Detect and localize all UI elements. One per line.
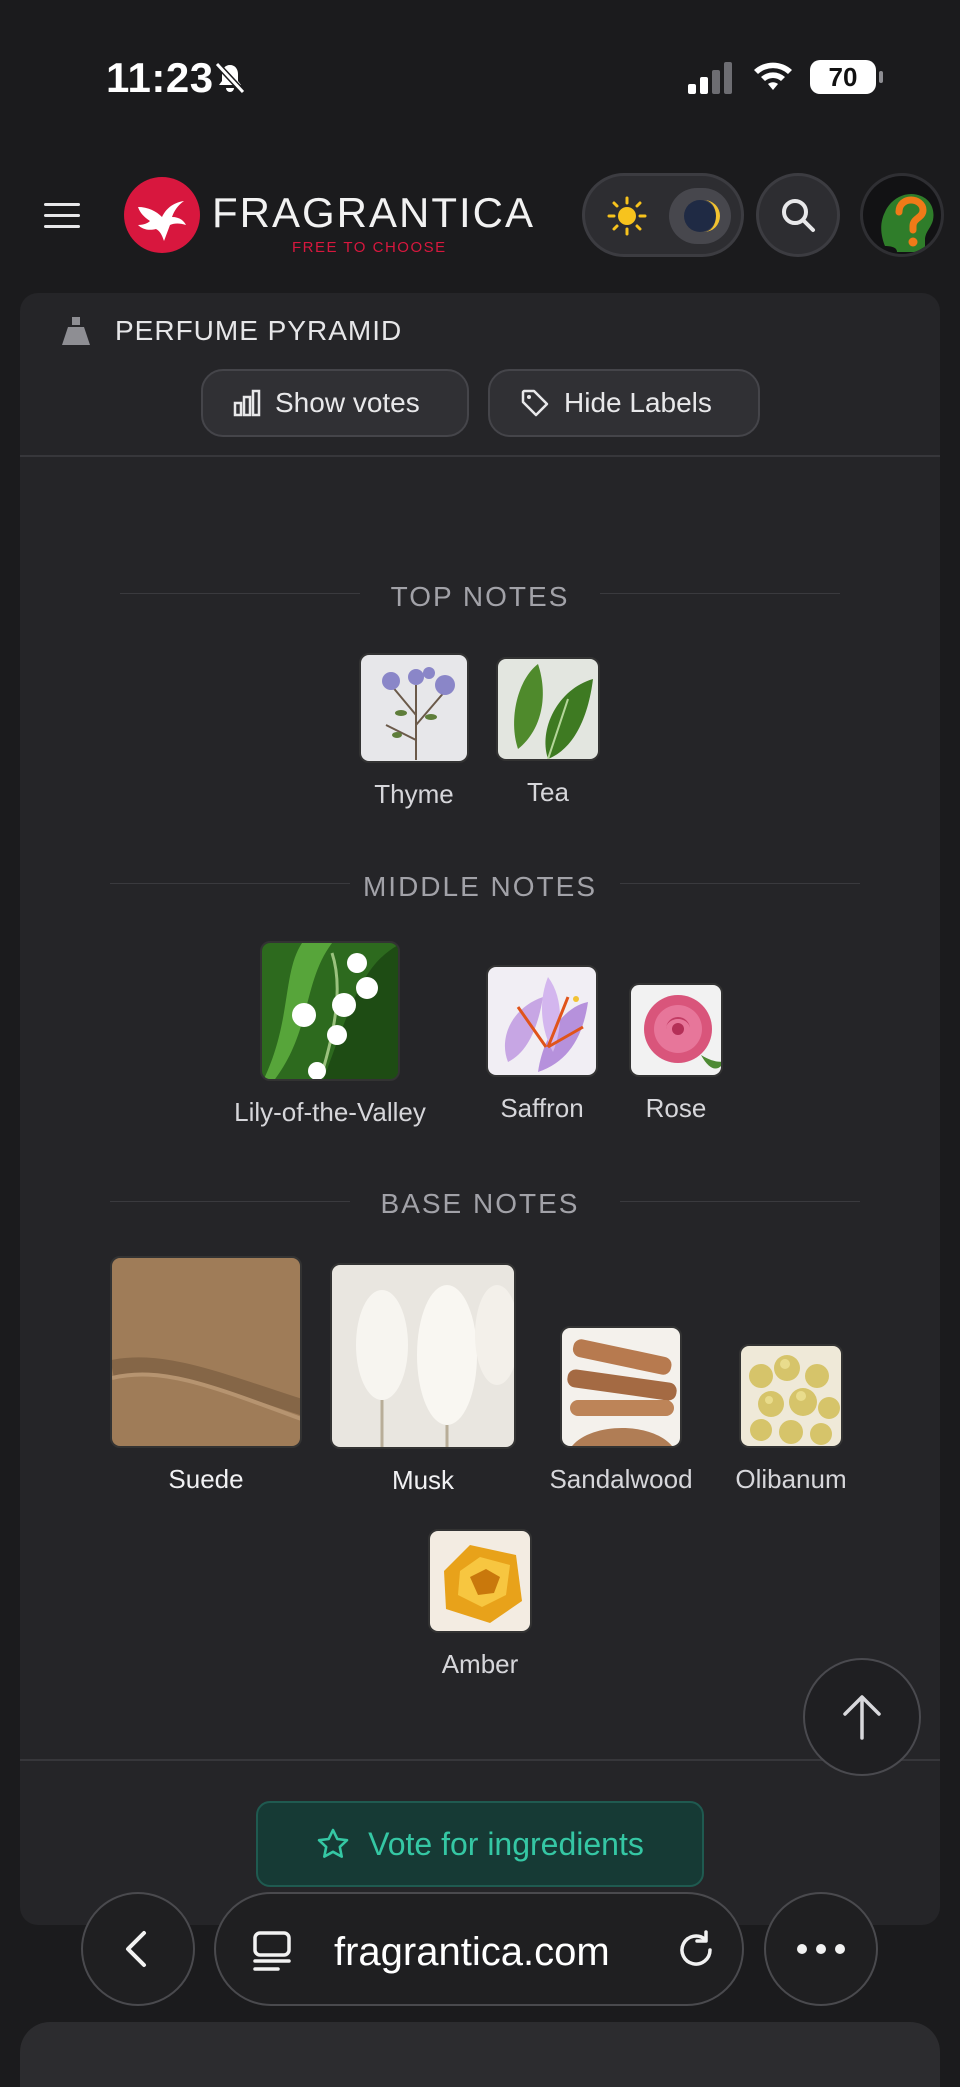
note-label: Tea xyxy=(527,777,569,807)
hide-labels-button[interactable]: Hide Labels xyxy=(488,369,760,437)
bell-muted-icon xyxy=(214,61,246,95)
page: 11:23 70 FRAGRANTICA FREE TO CHOOSE PERF… xyxy=(0,0,960,2087)
note-label: Amber xyxy=(441,1649,519,1679)
reload-icon[interactable] xyxy=(674,1928,718,1972)
note-label: Lily-of-the-Valley xyxy=(234,1097,426,1127)
chevron-left-icon xyxy=(126,1931,146,1967)
user-avatar[interactable] xyxy=(860,173,944,257)
thyme-image xyxy=(359,653,469,763)
logo-wordmark[interactable]: FRAGRANTICA xyxy=(212,189,535,237)
divider xyxy=(20,1759,940,1761)
hide-labels-label: Hide Labels xyxy=(564,387,712,418)
note-label: Saffron xyxy=(500,1093,584,1123)
note-sandalwood[interactable]: Sandalwood xyxy=(541,1326,701,1495)
search-icon xyxy=(782,199,815,232)
bottom-sheet xyxy=(20,2022,940,2087)
show-votes-button[interactable]: Show votes xyxy=(201,369,469,437)
star-icon xyxy=(317,1828,349,1858)
show-votes-label: Show votes xyxy=(275,387,420,418)
address-bar[interactable]: fragrantica.com xyxy=(214,1892,744,2006)
note-label: Sandalwood xyxy=(549,1464,693,1494)
lily-of-the-valley-image xyxy=(260,941,400,1081)
note-olibanum[interactable]: Olibanum xyxy=(728,1344,854,1495)
note-tea[interactable]: Tea xyxy=(496,657,600,808)
musk-image xyxy=(330,1263,516,1449)
tag-icon xyxy=(521,389,549,417)
ellipsis-icon xyxy=(797,1944,845,1954)
scroll-to-top-button[interactable] xyxy=(803,1658,921,1776)
top-notes-title: TOP NOTES xyxy=(390,581,570,612)
search-button[interactable] xyxy=(756,173,840,257)
note-label: Thyme xyxy=(374,779,454,809)
sandalwood-image xyxy=(560,1326,682,1448)
note-musk[interactable]: Musk xyxy=(330,1263,516,1496)
note-amber[interactable]: Amber xyxy=(428,1529,532,1680)
vote-button-label: Vote for ingredients xyxy=(368,1825,644,1862)
browser-back-button[interactable] xyxy=(81,1892,195,2006)
pyramid-header: PERFUME PYRAMID Show votes Hide Labels xyxy=(20,293,940,457)
page-menu-icon xyxy=(253,1931,291,1971)
saffron-image xyxy=(486,965,598,1077)
note-suede[interactable]: Suede xyxy=(110,1256,302,1495)
status-time: 11:23 xyxy=(106,54,214,101)
perfume-bottle-icon xyxy=(62,317,90,345)
battery-indicator: 70 xyxy=(810,60,883,94)
suede-image xyxy=(110,1256,302,1448)
vote-for-ingredients-button[interactable]: Vote for ingredients xyxy=(256,1801,704,1887)
note-label: Rose xyxy=(645,1093,707,1123)
hamburger-menu-icon[interactable] xyxy=(44,203,80,229)
pyramid-title: PERFUME PYRAMID xyxy=(115,315,403,346)
note-label: Olibanum xyxy=(735,1464,847,1494)
site-header: FRAGRANTICA FREE TO CHOOSE xyxy=(0,165,960,265)
arrow-up-icon xyxy=(843,1695,881,1740)
note-thyme[interactable]: Thyme xyxy=(359,653,469,810)
fragrantica-logo-icon[interactable] xyxy=(124,177,200,253)
olibanum-image xyxy=(739,1344,843,1448)
base-notes-title: BASE NOTES xyxy=(380,1188,580,1219)
moon-icon xyxy=(669,188,731,244)
url-text: fragrantica.com xyxy=(334,1930,610,1974)
note-label: Suede xyxy=(168,1464,244,1494)
rose-image xyxy=(629,983,723,1077)
perfume-pyramid-card: PERFUME PYRAMID Show votes Hide Labels T… xyxy=(20,293,940,1925)
note-lily-of-the-valley[interactable]: Lily-of-the-Valley xyxy=(210,941,450,1128)
logo-tagline: FREE TO CHOOSE xyxy=(292,239,447,256)
tea-image xyxy=(496,657,600,761)
sun-icon xyxy=(607,196,647,236)
wifi-icon xyxy=(754,62,792,90)
theme-toggle[interactable] xyxy=(582,173,744,257)
note-label: Musk xyxy=(391,1465,455,1495)
note-rose[interactable]: Rose xyxy=(629,983,723,1124)
amber-image xyxy=(428,1529,532,1633)
bar-chart-icon xyxy=(233,389,261,417)
note-saffron[interactable]: Saffron xyxy=(486,965,598,1124)
more-options-button[interactable] xyxy=(764,1892,878,2006)
middle-notes-title: MIDDLE NOTES xyxy=(362,871,598,902)
cellular-signal-icon xyxy=(688,62,732,94)
status-bar: 11:23 70 xyxy=(0,0,960,150)
